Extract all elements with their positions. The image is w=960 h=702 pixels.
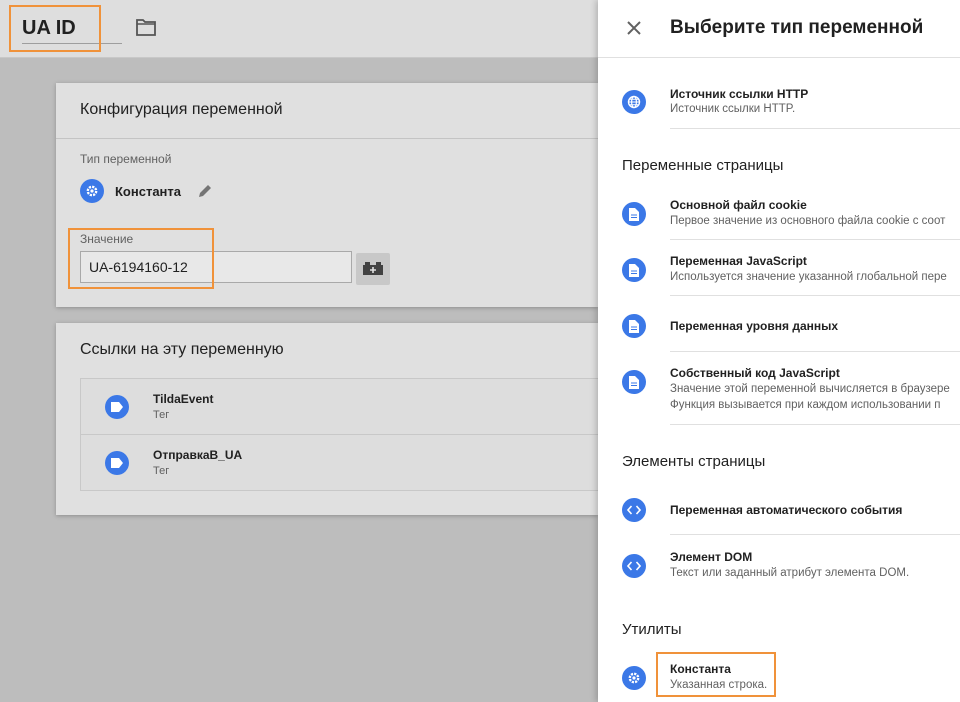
- option-description: Значение этой переменной вычисляется в б…: [670, 383, 950, 395]
- references-list: TildaEvent Тег ОтправкаВ_UA Тег: [80, 378, 598, 491]
- variable-picker-icon: [363, 262, 383, 275]
- highlight-box: [656, 652, 776, 697]
- document-icon: [622, 258, 646, 282]
- divider: [670, 295, 960, 296]
- document-icon: [622, 202, 646, 226]
- tag-icon: [105, 395, 129, 419]
- option-name: Основной файл cookie: [670, 198, 807, 212]
- highlight-box: [9, 5, 101, 52]
- option-name: Переменная автоматического события: [670, 503, 903, 517]
- reference-type: Тег: [153, 465, 170, 477]
- option-name: Источник ссылки HTTP: [670, 87, 809, 101]
- tag-icon: [105, 451, 129, 475]
- close-icon[interactable]: [626, 20, 642, 36]
- divider: [56, 138, 598, 139]
- reference-row[interactable]: TildaEvent Тег: [81, 379, 598, 435]
- variable-type-label: Тип переменной: [80, 152, 172, 166]
- option-description: Используется значение указанной глобальн…: [670, 271, 947, 283]
- variable-type-option[interactable]: Элемент DOM Текст или заданный атрибут э…: [622, 550, 960, 590]
- document-icon: [622, 370, 646, 394]
- option-description: Текст или заданный атрибут элемента DOM.: [670, 567, 910, 579]
- divider: [670, 239, 960, 240]
- divider: [670, 351, 960, 352]
- variable-type-option[interactable]: Переменная JavaScript Используется значе…: [622, 254, 960, 296]
- variable-type-option[interactable]: Собственный код JavaScript Значение этой…: [622, 366, 960, 425]
- option-description: Источник ссылки HTTP.: [670, 103, 796, 115]
- reference-name: ОтправкаВ_UA: [153, 448, 243, 462]
- references-card-title: Ссылки на эту переменную: [80, 341, 284, 358]
- variable-type-option[interactable]: Переменная уровня данных: [622, 310, 960, 352]
- references-card: Ссылки на эту переменную TildaEvent Тег …: [56, 323, 598, 515]
- option-name: Собственный код JavaScript: [670, 366, 840, 380]
- reference-type: Тег: [153, 409, 170, 421]
- reference-row[interactable]: ОтправкаВ_UA Тег: [81, 435, 598, 491]
- config-card-title: Конфигурация переменной: [80, 101, 283, 118]
- code-icon: [622, 554, 646, 578]
- option-name: Переменная уровня данных: [670, 319, 839, 333]
- pencil-icon[interactable]: [197, 183, 213, 199]
- variable-picker-button[interactable]: [356, 253, 390, 285]
- variable-type-option[interactable]: Основной файл cookie Первое значение из …: [622, 198, 960, 240]
- editor-topbar: UA ID: [0, 0, 598, 58]
- section-title: Утилиты: [622, 621, 682, 638]
- section-title: Элементы страницы: [622, 453, 766, 470]
- gear-icon: [80, 179, 104, 203]
- document-icon: [622, 314, 646, 338]
- panel-title: Выберите тип переменной: [670, 17, 924, 38]
- code-icon: [622, 498, 646, 522]
- variable-type-option[interactable]: Переменная автоматического события: [622, 498, 960, 538]
- highlight-box: [68, 228, 214, 289]
- folder-icon[interactable]: [136, 18, 156, 36]
- divider: [670, 534, 960, 535]
- variable-type-row[interactable]: Константа: [80, 179, 213, 203]
- option-name: Элемент DOM: [670, 550, 753, 564]
- gear-icon: [622, 666, 646, 690]
- variable-type-option[interactable]: Источник ссылки HTTP Источник ссылки HTT…: [622, 86, 960, 129]
- reference-name: TildaEvent: [153, 392, 214, 406]
- option-name: Переменная JavaScript: [670, 254, 807, 268]
- option-description: Функция вызывается при каждом использова…: [670, 399, 941, 411]
- option-description: Первое значение из основного файла cooki…: [670, 215, 946, 227]
- section-title: Переменные страницы: [622, 157, 784, 174]
- divider: [670, 424, 960, 425]
- variable-type-name: Константа: [115, 183, 182, 199]
- divider: [670, 128, 960, 129]
- panel-header: Выберите тип переменной: [598, 0, 960, 58]
- variable-type-panel: Выберите тип переменной Источник ссылки …: [598, 0, 960, 702]
- globe-icon: [622, 90, 646, 114]
